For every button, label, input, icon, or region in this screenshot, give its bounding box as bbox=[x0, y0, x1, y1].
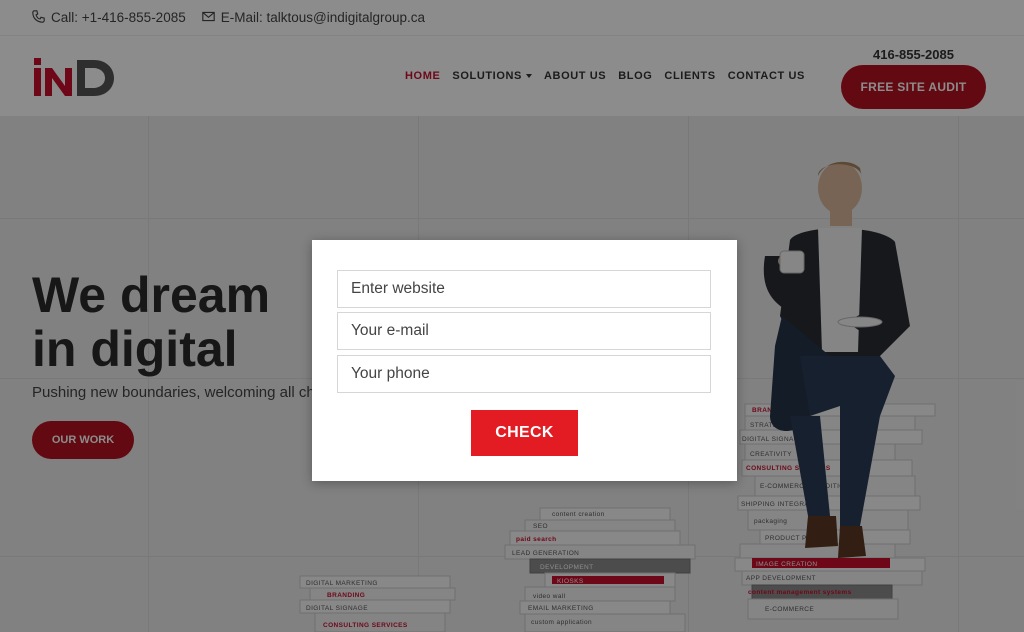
site-audit-modal: CHECK bbox=[312, 240, 737, 481]
check-button[interactable]: CHECK bbox=[471, 410, 578, 456]
phone-input[interactable] bbox=[337, 355, 711, 393]
website-input[interactable] bbox=[337, 270, 711, 308]
email-input[interactable] bbox=[337, 312, 711, 350]
